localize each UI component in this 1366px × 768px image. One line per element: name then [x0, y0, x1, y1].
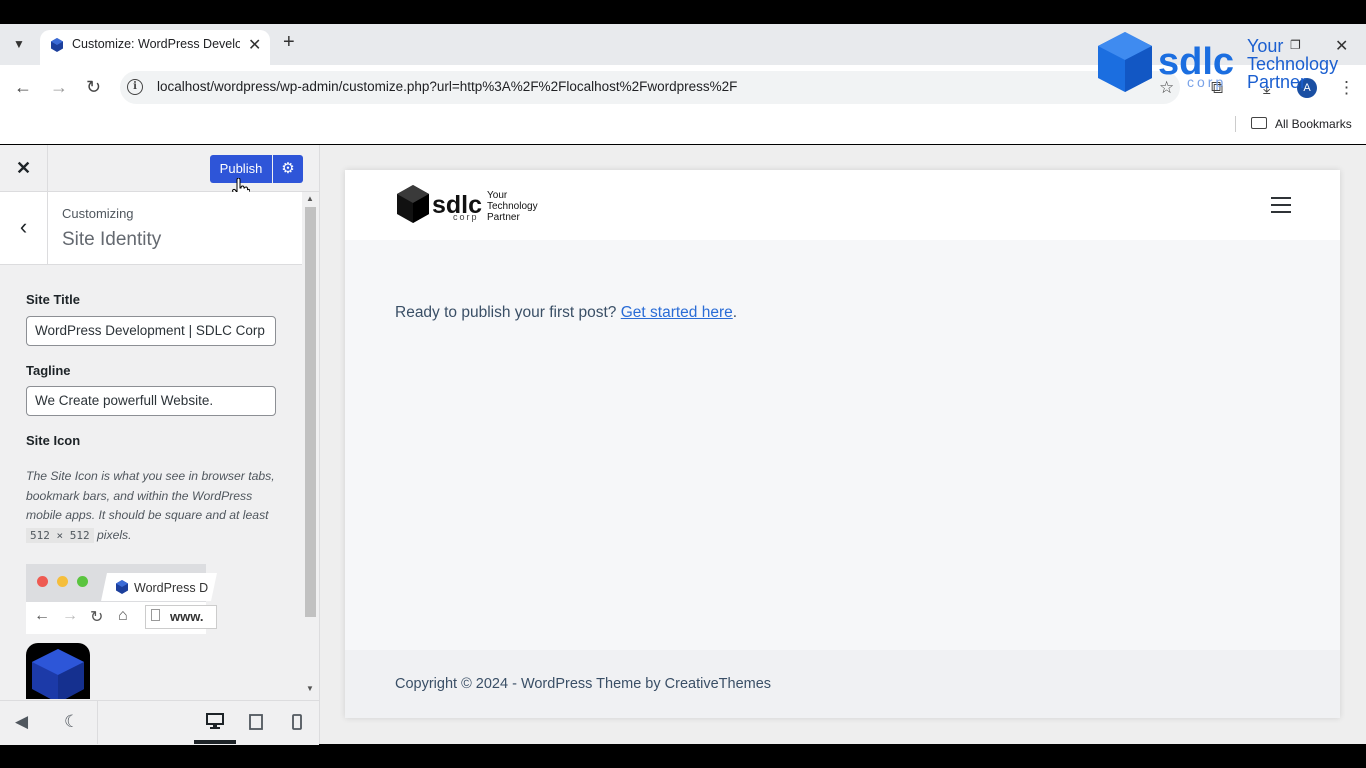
preview-url-text: www. [170, 609, 204, 624]
svg-text:Technology: Technology [487, 201, 538, 212]
watermark-tagline-line3: Partner [1247, 72, 1307, 92]
preview-maximize-dot [77, 576, 88, 587]
site-icon-desc-text: The Site Icon is what you see in browser… [26, 469, 275, 522]
content-text: Ready to publish your first post? [395, 304, 621, 321]
bookmarks-bar [0, 110, 1366, 144]
site-icon-description: The Site Icon is what you see in browser… [26, 467, 281, 545]
svg-text:Your: Your [487, 190, 508, 201]
svg-text:Partner: Partner [487, 212, 520, 223]
footer-divider [97, 701, 98, 744]
preview-forward-icon: → [62, 607, 78, 624]
wordpress-cube-icon [51, 38, 63, 52]
tagline-label: Tagline [26, 363, 71, 378]
mobile-preview-icon[interactable] [292, 714, 302, 730]
site-logo[interactable]: sdlc corp Your Technology Partner [395, 183, 555, 227]
customizer-footer [0, 700, 319, 745]
back-arrow-icon[interactable]: ← [14, 77, 32, 98]
site-info-icon[interactable]: i [127, 79, 143, 95]
hamburger-menu-icon[interactable] [1271, 197, 1291, 213]
watermark-tagline-line1: Your [1247, 36, 1284, 56]
back-chevron-icon[interactable]: ‹ [0, 192, 48, 264]
scroll-up-arrow-icon[interactable]: ▲ [306, 194, 314, 203]
tagline-input[interactable]: We Create powerfull Website. [26, 386, 276, 416]
tab-close-icon[interactable]: ✕ [248, 35, 261, 55]
preview-home-icon: ⌂ [118, 607, 128, 624]
site-title-label: Site Title [26, 292, 80, 307]
watermark-tagline: Your Technology Partner [1247, 37, 1338, 91]
svg-text:corp: corp [453, 212, 479, 222]
new-tab-icon[interactable]: + [283, 31, 295, 54]
page-icon [151, 609, 160, 621]
watermark-corp-text: corp [1187, 74, 1227, 90]
site-icon-size: 512 × 512 [26, 527, 94, 543]
active-device-indicator [194, 740, 236, 744]
preview-close-dot [37, 576, 48, 587]
publish-settings-gear-icon[interactable]: ⚙ [273, 155, 303, 183]
content-period: . [732, 304, 738, 321]
desktop-preview-icon[interactable] [206, 713, 224, 729]
watermark-tagline-line2: Technology [1247, 54, 1339, 74]
reload-icon[interactable]: ↻ [86, 77, 101, 98]
tab-search-button[interactable]: ▼ [8, 33, 30, 55]
close-customizer-icon[interactable]: ✕ [0, 145, 48, 191]
preview-tab-label: WordPress D [134, 581, 209, 595]
customizing-label: Customizing [62, 206, 134, 221]
site-icon-desc-end: pixels. [93, 527, 132, 542]
site-preview-page [345, 170, 1340, 718]
wordpress-cube-icon [116, 580, 128, 594]
copyright-text: Copyright © 2024 - WordPress Theme by Cr… [395, 676, 772, 692]
scroll-down-arrow-icon[interactable]: ▼ [306, 684, 314, 693]
tab-title: Customize: WordPress Develop [72, 37, 240, 51]
sidebar-scrollbar-thumb[interactable] [305, 207, 316, 617]
hide-controls-icon[interactable]: ◀ [15, 712, 28, 732]
get-started-link[interactable]: Get started here [621, 304, 733, 321]
preview-reload-icon: ↻ [90, 609, 104, 626]
section-title: Site Identity [62, 229, 162, 250]
all-bookmarks-link[interactable]: All Bookmarks [1275, 117, 1352, 131]
preview-back-icon: ← [34, 607, 50, 624]
forward-arrow-icon[interactable]: → [50, 77, 68, 98]
site-icon-image[interactable] [26, 643, 90, 699]
content-message: Ready to publish your first post? Get st… [395, 304, 737, 322]
site-title-input[interactable]: WordPress Development | SDLC Corp [26, 316, 276, 346]
tablet-preview-icon[interactable] [249, 714, 263, 730]
bookmarks-divider [1235, 116, 1236, 132]
site-icon-label: Site Icon [26, 433, 81, 448]
sdlc-cube-icon [32, 649, 84, 699]
folder-icon[interactable] [1251, 117, 1267, 129]
dark-mode-moon-icon[interactable]: ☾ [64, 712, 79, 732]
url-text[interactable]: localhost/wordpress/wp-admin/customize.p… [157, 79, 737, 94]
preview-minimize-dot [57, 576, 68, 587]
